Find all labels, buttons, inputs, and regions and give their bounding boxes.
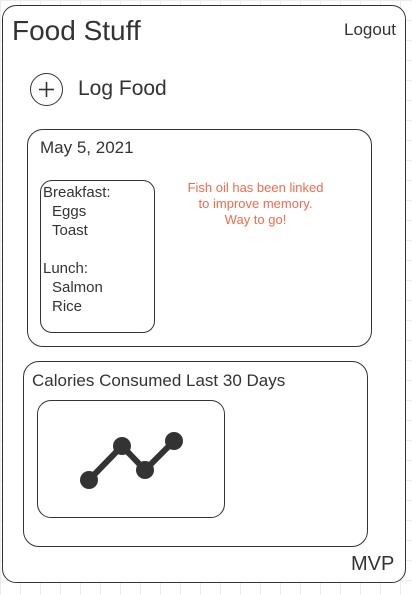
meal-name-breakfast: Breakfast: <box>43 184 111 201</box>
tip-line: Way to go! <box>224 212 287 227</box>
meal-item: Toast <box>52 222 88 239</box>
nutrition-tip: Fish oil has been linked to improve memo… <box>168 180 343 228</box>
meal-name-lunch: Lunch: <box>43 260 89 277</box>
meal-item: Salmon <box>52 279 103 296</box>
log-food-label: Log Food <box>78 77 167 100</box>
meal-item: Eggs <box>52 203 87 220</box>
calories-chart[interactable] <box>37 400 225 518</box>
meals-list: Breakfast: Eggs Toast Lunch: Salmon Rice <box>40 180 155 333</box>
log-date: May 5, 2021 <box>40 138 134 157</box>
app-title: Food Stuff <box>12 15 141 46</box>
plus-icon <box>30 72 63 106</box>
meal-item: Rice <box>52 298 83 315</box>
version-label: MVP <box>351 553 395 575</box>
tip-line: to improve memory. <box>198 196 313 211</box>
calories-card-title: Calories Consumed Last 30 Days <box>32 371 286 390</box>
tip-line: Fish oil has been linked <box>187 180 324 195</box>
log-food-button[interactable]: Log Food <box>30 72 167 106</box>
line-chart-icon <box>80 432 183 489</box>
logout-button[interactable]: Logout <box>344 20 396 40</box>
